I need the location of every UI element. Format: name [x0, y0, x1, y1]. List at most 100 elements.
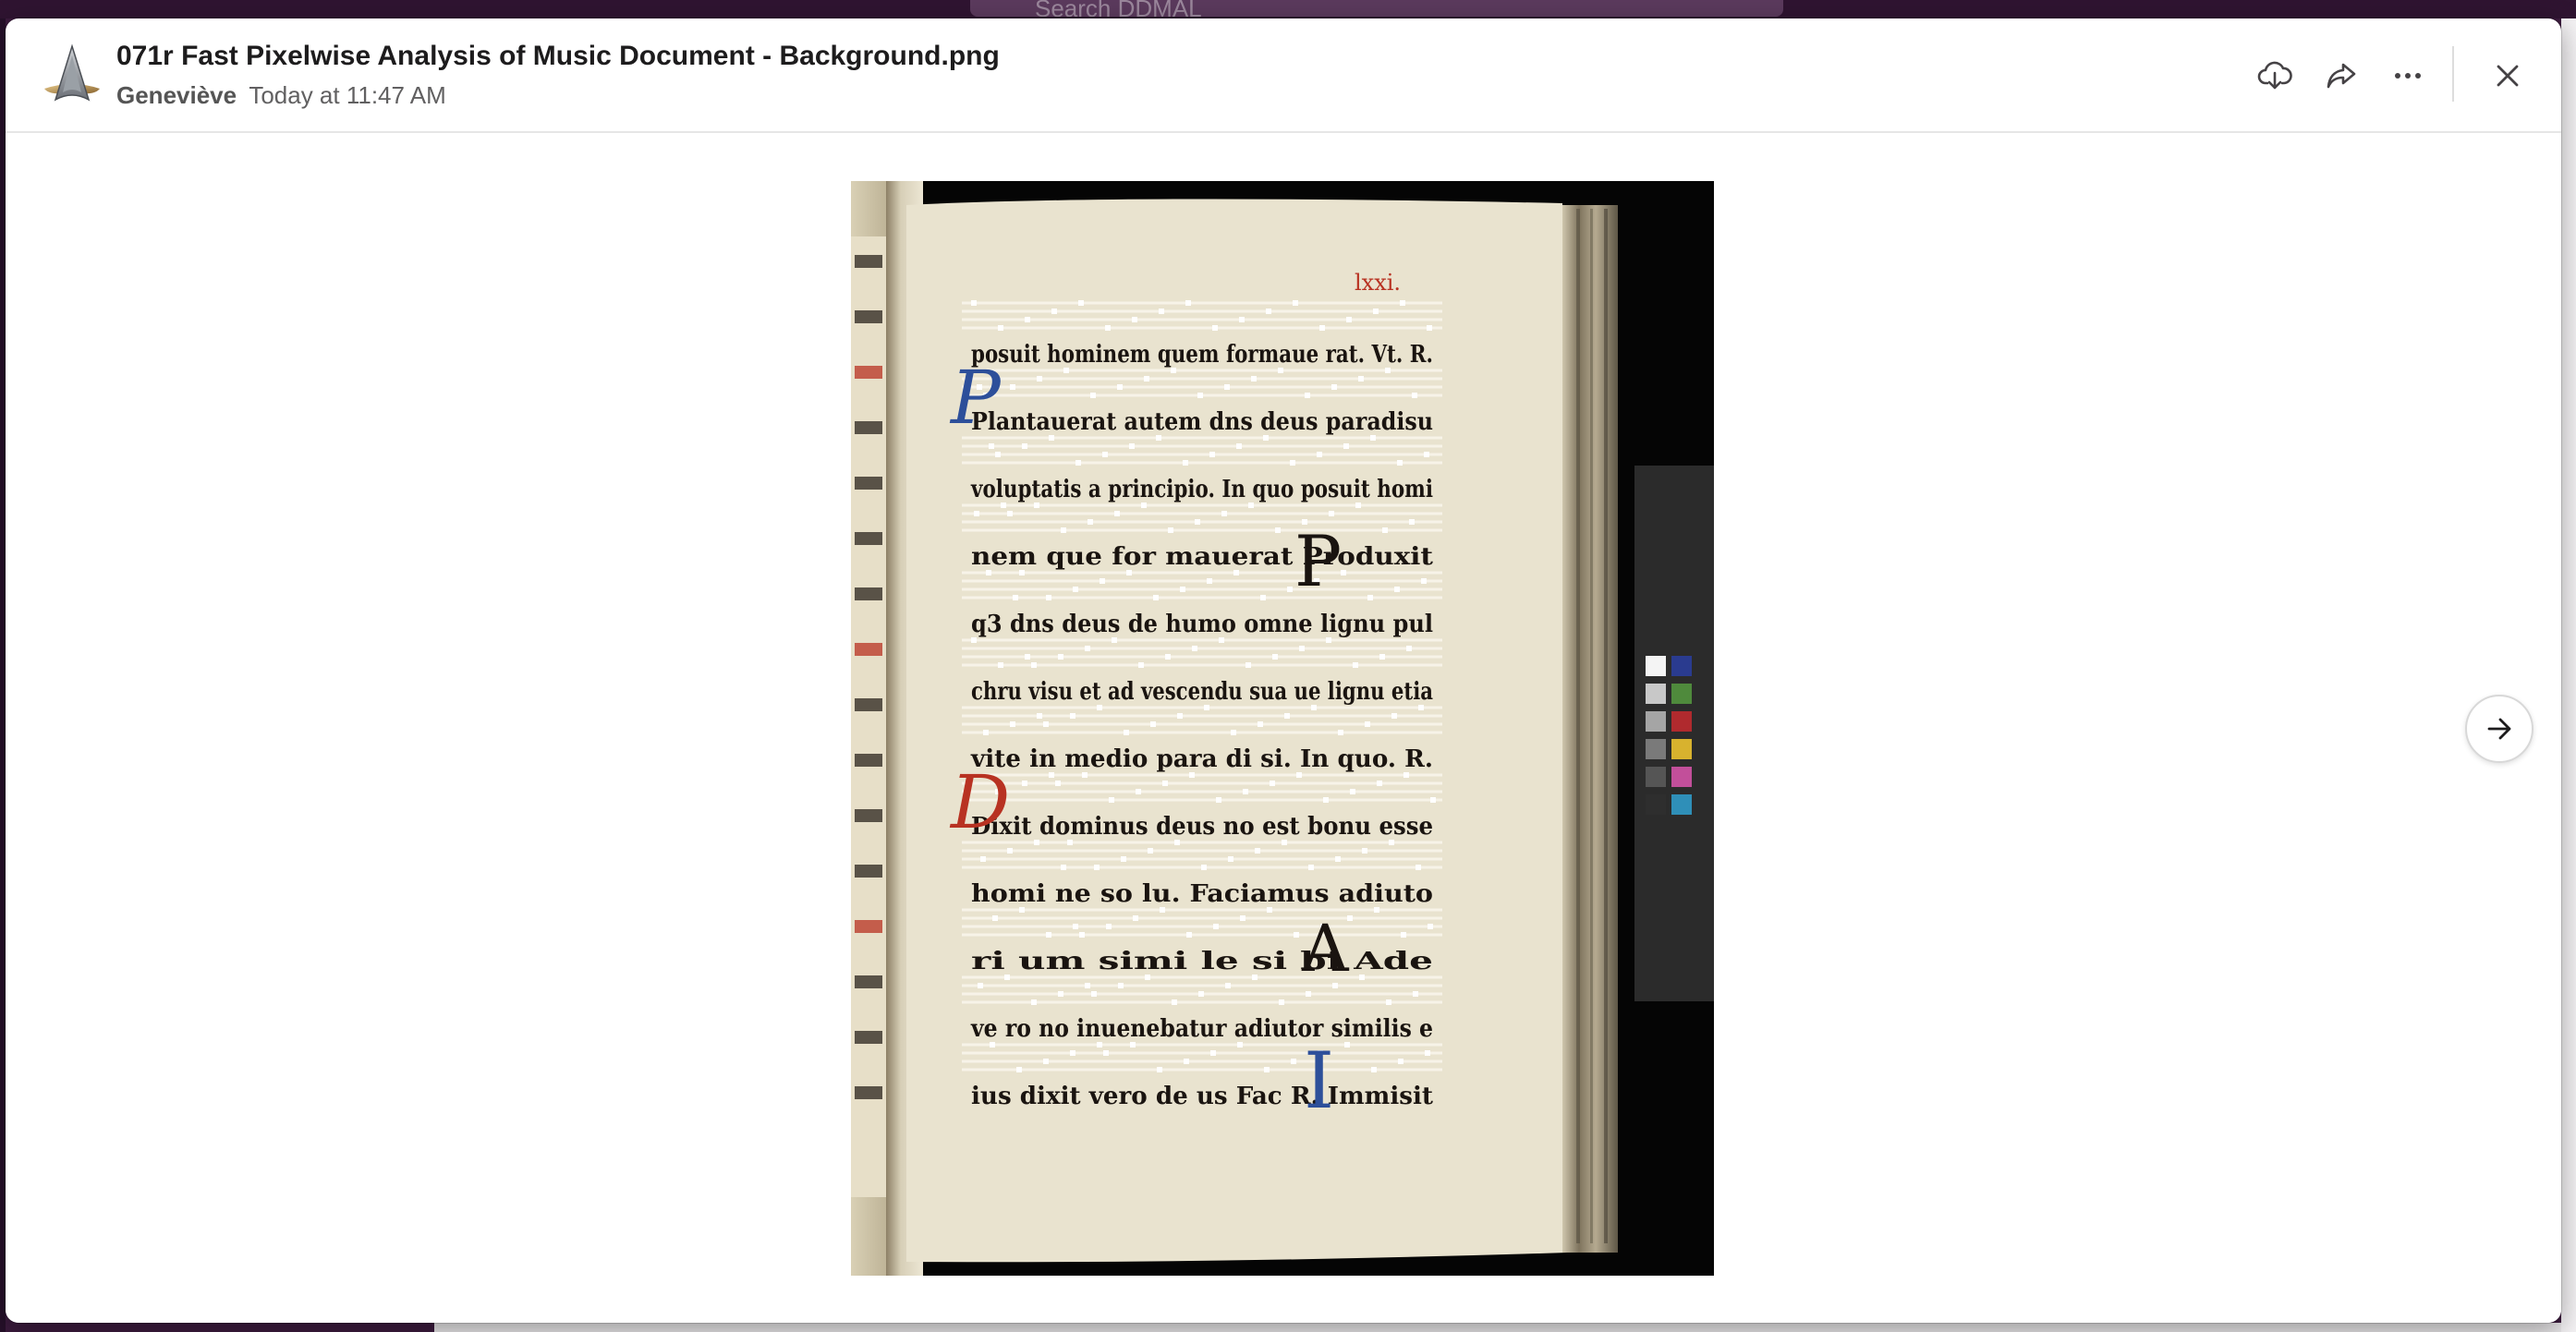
facing-page-text [855, 255, 882, 268]
preview-image[interactable]: posuit hominem quem formaue rat. Vt. R. P… [851, 181, 1714, 1276]
neume [1183, 460, 1188, 466]
neume [974, 511, 979, 516]
neume [1358, 376, 1364, 381]
neume [1105, 325, 1111, 331]
neume [1412, 393, 1417, 398]
neume [1335, 856, 1341, 862]
manuscript-text-line: voluptatis a principio. In quo posuit ho… [970, 476, 1433, 503]
starfleet-badge-icon[interactable] [39, 42, 105, 109]
neume [998, 325, 1003, 331]
neume [1236, 443, 1242, 449]
neume [1287, 587, 1293, 592]
neume [1260, 595, 1266, 600]
neume [1270, 781, 1275, 786]
neume [1144, 376, 1149, 381]
manuscript-text-line: nem que for mauerat Produxit [971, 543, 1433, 571]
neume [1350, 789, 1355, 794]
neume [1094, 865, 1100, 870]
neume [1258, 721, 1263, 727]
neume [1377, 781, 1382, 786]
file-preview-modal: 071r Fast Pixelwise Analysis of Music Do… [6, 18, 2561, 1323]
neume [1231, 730, 1236, 735]
neume [1168, 527, 1173, 533]
facing-page-text [855, 975, 882, 988]
manuscript-text-line: Plantauerat autem dns deus paradisu [971, 408, 1433, 436]
neume [1079, 932, 1085, 938]
neume [1409, 519, 1415, 525]
neume [1373, 309, 1379, 314]
image-viewer: posuit hominem quem formaue rat. Vt. R. P… [6, 133, 2561, 1323]
next-image-button[interactable] [2465, 695, 2533, 763]
timestamp[interactable]: Today at 11:47 AM [249, 81, 445, 109]
neume [1180, 587, 1185, 592]
background-pane-edge [2561, 18, 2576, 1332]
facing-page-text [855, 643, 882, 656]
neume [1406, 646, 1412, 651]
neume [1421, 578, 1427, 584]
color-calibration-swatch [1671, 739, 1692, 759]
neume [1133, 915, 1138, 921]
neume [1046, 595, 1051, 600]
neume [1198, 991, 1204, 997]
neume [1184, 1059, 1189, 1064]
neume [1109, 797, 1114, 803]
neume [1037, 376, 1042, 381]
neume [1078, 300, 1084, 306]
background-search-placeholder: Search DDMAL [1035, 0, 1202, 17]
neume [1266, 309, 1271, 314]
neume [1091, 991, 1097, 997]
close-button[interactable] [2482, 54, 2533, 98]
neume [1195, 519, 1200, 525]
neume [1070, 713, 1075, 719]
neume [1353, 662, 1358, 668]
facing-page-text [855, 754, 882, 767]
neume [1088, 519, 1093, 525]
neume [1239, 317, 1245, 322]
neume [1264, 1067, 1270, 1072]
neume [1022, 443, 1027, 449]
neume [1428, 924, 1433, 929]
neume [1046, 932, 1051, 938]
neume [1207, 578, 1212, 584]
neume [1043, 721, 1049, 727]
neume [1121, 856, 1126, 862]
neume [1379, 654, 1385, 660]
neume [1386, 999, 1391, 1005]
neume [1150, 721, 1156, 727]
neume [1085, 983, 1090, 988]
file-meta: Geneviève Today at 11:47 AM [116, 81, 446, 110]
initial-d-red: D [949, 759, 1010, 845]
neume [1416, 865, 1421, 870]
neume [1275, 527, 1281, 533]
neume [998, 662, 1003, 668]
neume [1010, 384, 1015, 390]
author-name[interactable]: Geneviève [116, 81, 237, 109]
neume [1061, 527, 1066, 533]
neume [1329, 511, 1334, 516]
initial-p-blue: P [949, 355, 1002, 441]
background-bottom-edge [434, 1323, 2561, 1332]
neume [1159, 309, 1164, 314]
neume [1037, 713, 1042, 719]
neume [1255, 848, 1260, 854]
neume [1058, 991, 1063, 997]
more-actions-button[interactable] [2382, 54, 2434, 98]
neume [1192, 646, 1197, 651]
color-calibration-swatch [1671, 711, 1692, 732]
neume [1306, 991, 1311, 997]
neume [1102, 452, 1108, 457]
neume [1371, 1067, 1377, 1072]
neume [1070, 1050, 1075, 1056]
neume [1117, 384, 1123, 390]
neume [995, 452, 1001, 457]
neume [1186, 932, 1192, 938]
download-icon [2257, 61, 2292, 90]
download-button[interactable] [2249, 54, 2301, 98]
neume [1157, 1067, 1162, 1072]
neume [1016, 1067, 1022, 1072]
neume [1106, 924, 1112, 929]
share-button[interactable] [2315, 54, 2367, 98]
background-search-bar: Search DDMAL [970, 0, 1783, 17]
neume [1394, 587, 1400, 592]
manuscript-text-line: ius dixit vero de us Fac R. Immisit [971, 1083, 1433, 1110]
